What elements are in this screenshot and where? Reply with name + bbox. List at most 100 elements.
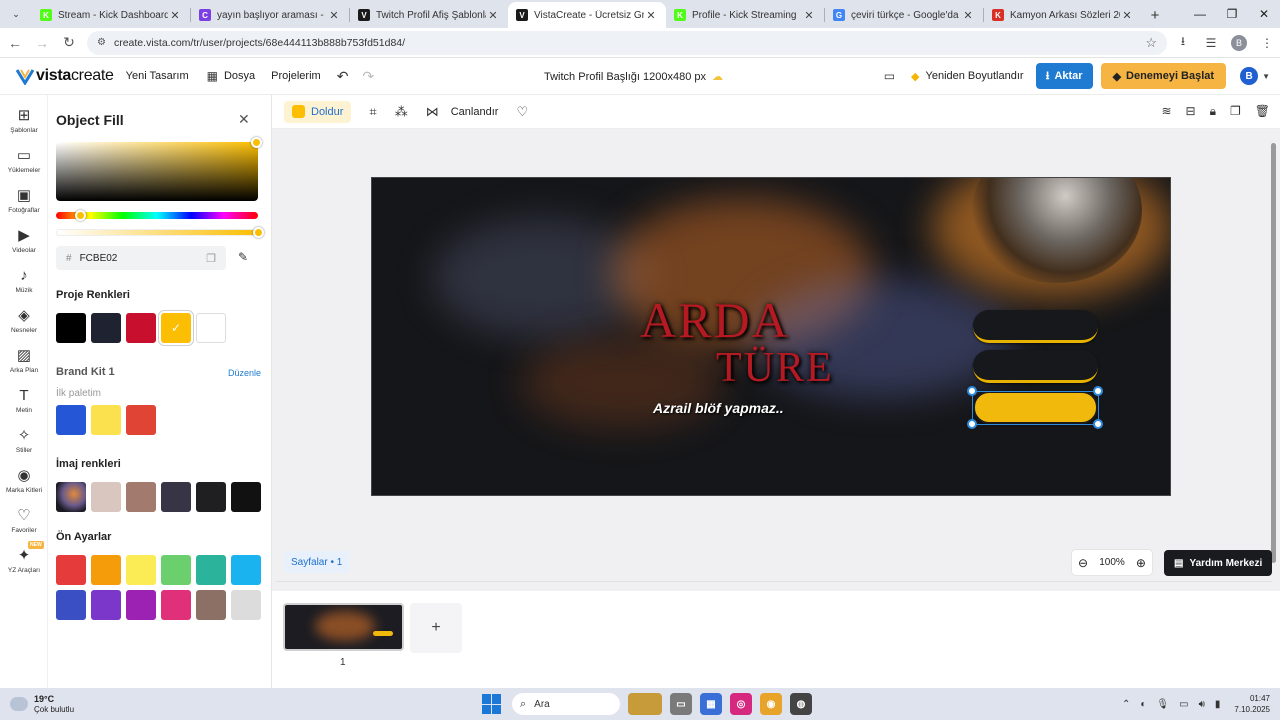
new-design-link[interactable]: Yeni Tasarım <box>126 70 189 82</box>
chevron-up-icon[interactable]: ⌃ <box>1122 699 1130 710</box>
zoom-level[interactable]: 100% <box>1099 557 1125 568</box>
present-icon[interactable]: ▭ <box>884 69 895 83</box>
color-swatch[interactable]: ✓ <box>159 311 193 345</box>
windows-start-icon[interactable] <box>482 694 502 714</box>
color-swatch[interactable] <box>91 313 121 343</box>
close-icon[interactable]: ✕ <box>238 111 250 128</box>
site-info-icon[interactable]: ⚙ <box>97 37 106 48</box>
favorite-icon[interactable]: ♡ <box>516 104 528 120</box>
weather-widget[interactable]: 19°C Çok bulutlu <box>10 694 74 715</box>
resize-button[interactable]: ◆ Yeniden Boyutlandır <box>911 70 1024 83</box>
color-swatch[interactable] <box>161 482 191 512</box>
browser-tab[interactable]: V VistaCreate - Ücretsiz Grafik Ta✕ <box>508 2 666 28</box>
reading-list-icon[interactable]: ☰ <box>1199 31 1223 55</box>
design-canvas[interactable]: ARDA TÜRE Azrail blöf yapmaz.. <box>371 177 1171 496</box>
task-view-icon[interactable]: ▭ <box>670 693 692 715</box>
color-swatch[interactable] <box>126 405 156 435</box>
display-icon[interactable]: ▭ <box>1179 699 1188 710</box>
start-trial-button[interactable]: ◆ Denemeyi Başlat <box>1100 63 1227 89</box>
redo-icon[interactable]: ↷ <box>362 68 374 85</box>
opacity-slider-handle[interactable] <box>253 227 264 238</box>
volume-icon[interactable]: 🔊︎ <box>1199 699 1205 710</box>
profile-button[interactable]: B <box>1227 31 1251 55</box>
tagline-text[interactable]: Azrail blöf yapmaz.. <box>653 400 784 416</box>
reload-icon[interactable]: ↻ <box>57 31 81 55</box>
color-swatch[interactable] <box>196 313 226 343</box>
button-shape-2[interactable] <box>973 350 1098 383</box>
color-picker-handle[interactable] <box>251 137 262 148</box>
vertical-scrollbar[interactable] <box>1270 131 1278 579</box>
color-swatch[interactable] <box>126 482 156 512</box>
color-swatch[interactable] <box>196 482 226 512</box>
color-swatch[interactable] <box>196 555 226 585</box>
sidebar-item-photos[interactable]: ▣ Fotoğraflar <box>0 187 48 227</box>
browser-tab[interactable]: V Twitch Profil Afiş Şablonları Üc✕ <box>350 2 508 28</box>
color-swatch[interactable] <box>91 405 121 435</box>
fill-button[interactable]: Doldur <box>284 100 352 123</box>
close-tab-icon[interactable]: ✕ <box>802 9 816 22</box>
zoom-in-icon[interactable]: ⊕ <box>1136 556 1146 570</box>
color-swatch[interactable] <box>126 555 156 585</box>
system-clock[interactable]: 01:47 7.10.2025 <box>1234 693 1270 715</box>
bookmark-star-icon[interactable]: ☆ <box>1145 35 1157 51</box>
browser-tab[interactable]: K Stream - Kick Dashboard ✕ <box>32 2 190 28</box>
color-swatch[interactable] <box>231 590 261 620</box>
minimize-icon[interactable]: — <box>1184 0 1216 28</box>
close-tab-icon[interactable]: ✕ <box>644 9 658 22</box>
horizontal-scrollbar[interactable] <box>276 581 1272 582</box>
color-swatch[interactable] <box>56 590 86 620</box>
forward-icon[interactable]: → <box>30 31 54 55</box>
color-swatch[interactable] <box>91 590 121 620</box>
color-swatch[interactable] <box>126 313 156 343</box>
url-field[interactable]: ⚙ create.vista.com/tr/user/projects/68e4… <box>87 30 1167 55</box>
close-tab-icon[interactable]: ✕ <box>168 9 182 22</box>
title-line-1[interactable]: ARDA <box>640 291 790 349</box>
restore-icon[interactable]: ❐ <box>1216 0 1248 28</box>
user-avatar[interactable]: B <box>1240 67 1259 85</box>
layers-icon[interactable]: ≋ <box>1161 104 1171 119</box>
color-swatch[interactable] <box>91 555 121 585</box>
image-palette-thumbnail[interactable] <box>56 482 86 512</box>
page-thumbnail[interactable] <box>283 603 404 651</box>
brand-kit-edit-link[interactable]: Düzenle <box>228 368 261 378</box>
microphone-icon[interactable]: 🎙︎ <box>1156 699 1169 710</box>
color-swatch[interactable] <box>231 555 261 585</box>
chevron-down-icon[interactable]: ▼ <box>1262 72 1270 81</box>
opacity-slider[interactable] <box>56 229 258 236</box>
color-swatch[interactable] <box>126 590 156 620</box>
color-swatch[interactable] <box>91 482 121 512</box>
browser-tab[interactable]: K Profile - Kick Streaming ✕ <box>666 2 824 28</box>
sidebar-item-templates[interactable]: ⊞ Şablonlar <box>0 107 48 147</box>
sidebar-item-ai-tools[interactable]: ✦ YZ Araçları NEW <box>0 541 48 587</box>
copy-icon[interactable]: ❐ <box>206 252 216 265</box>
hex-input[interactable]: # FCBE02 ❐ <box>56 246 226 270</box>
color-swatch[interactable] <box>56 405 86 435</box>
button-shape-1[interactable] <box>973 310 1098 343</box>
browser-tab[interactable]: K Kamyon Arkası Sözleri 2025: İlg✕ <box>984 2 1142 28</box>
file-menu[interactable]: ▦ Dosya <box>207 69 256 83</box>
browser-tab[interactable]: Gçeviri türkçe - Google'da Ara✕ <box>825 2 983 28</box>
back-icon[interactable]: ← <box>3 31 27 55</box>
saturation-value-picker[interactable] <box>56 142 258 201</box>
zoom-out-icon[interactable]: ⊖ <box>1078 556 1088 570</box>
sidebar-item-background[interactable]: ▨ Arka Plan <box>0 347 48 387</box>
delete-icon[interactable]: 🗑︎ <box>1255 104 1270 119</box>
add-page-button[interactable]: + <box>410 603 462 653</box>
color-swatch[interactable] <box>196 590 226 620</box>
close-tab-icon[interactable]: ✕ <box>1120 9 1134 22</box>
flip-icon[interactable]: ⋈ <box>426 104 439 120</box>
tab-search-icon[interactable]: ⌄ <box>6 4 26 24</box>
color-swatch[interactable] <box>161 590 191 620</box>
crop-icon[interactable]: ⌗ <box>369 104 376 120</box>
new-tab-button[interactable]: + <box>1142 2 1168 28</box>
scrollbar-thumb[interactable] <box>1271 143 1276 563</box>
instagram-icon[interactable]: ◎ <box>730 693 752 715</box>
browser-tab[interactable]: Cyayın başlıyor araması - Canva✕ <box>191 2 349 28</box>
sidebar-item-text[interactable]: T Metin <box>0 387 48 427</box>
resize-handle[interactable] <box>1093 419 1103 429</box>
lock-icon[interactable]: 🔒︎ <box>1210 104 1216 119</box>
close-window-icon[interactable]: ✕ <box>1248 0 1280 28</box>
hue-slider[interactable] <box>56 212 258 219</box>
align-icon[interactable]: ⊟ <box>1186 104 1196 119</box>
sidebar-item-music[interactable]: ♪ Müzik <box>0 267 48 307</box>
